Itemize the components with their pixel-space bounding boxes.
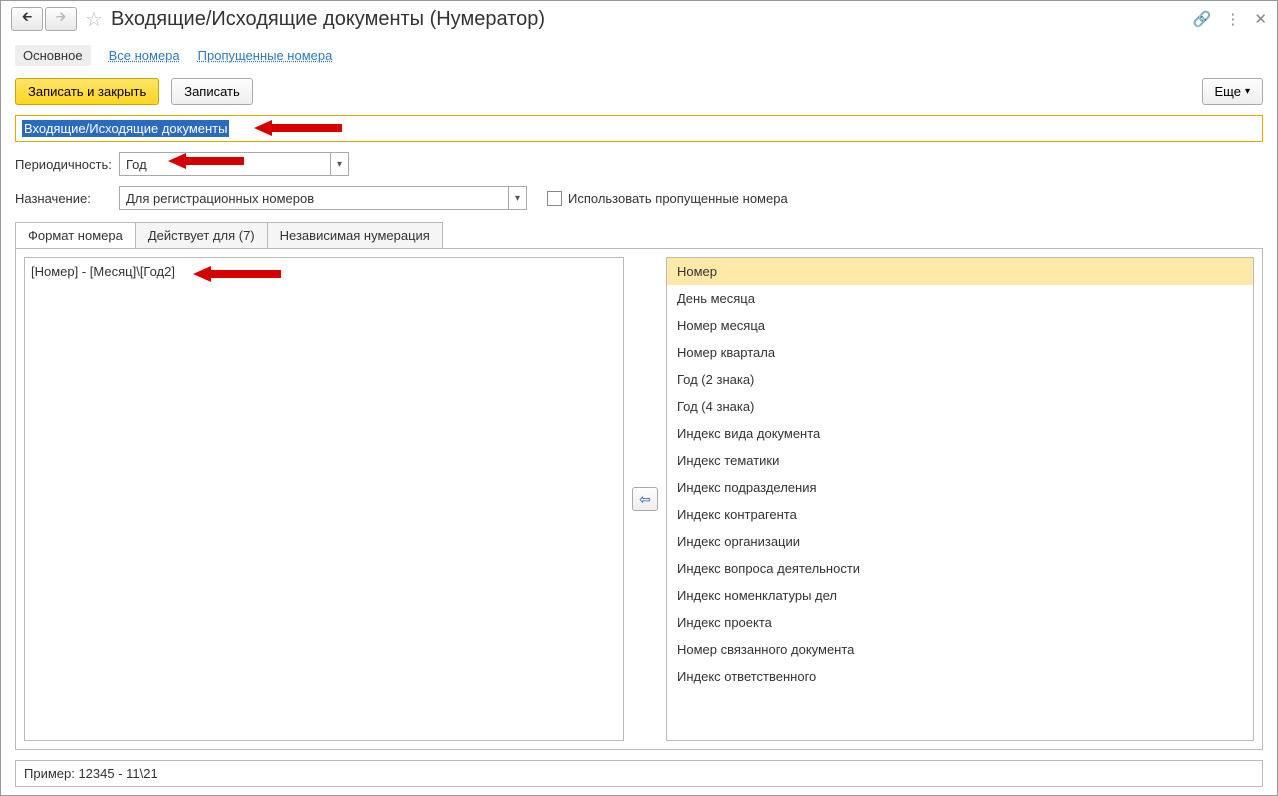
chevron-down-icon[interactable]: ▾ (508, 187, 526, 209)
name-input[interactable]: Входящие/Исходящие документы (16, 116, 1262, 141)
nav-back-button[interactable]: 🡰 (11, 7, 43, 31)
token-item[interactable]: Год (4 знака) (667, 393, 1253, 420)
token-item[interactable]: Год (2 знака) (667, 366, 1253, 393)
token-item[interactable]: Индекс контрагента (667, 501, 1253, 528)
arrow-left-icon: ⇦ (639, 491, 651, 508)
more-button[interactable]: Еще ▾ (1202, 78, 1263, 105)
format-textarea[interactable]: [Номер] - [Месяц]\[Год2] (24, 257, 624, 741)
nav-forward-button[interactable]: 🡲 (45, 7, 77, 31)
subtab-independent[interactable]: Независимая нумерация (267, 222, 443, 248)
subtab-format[interactable]: Формат номера (15, 222, 136, 248)
kebab-menu-icon[interactable]: ⋮ (1225, 10, 1240, 28)
tab-skipped-numbers[interactable]: Пропущенные номера (198, 48, 333, 63)
token-item[interactable]: Индекс подразделения (667, 474, 1253, 501)
token-item[interactable]: Индекс номенклатуры дел (667, 582, 1253, 609)
chevron-down-icon[interactable]: ▾ (330, 153, 348, 175)
token-item[interactable]: Номер (667, 258, 1253, 285)
token-item[interactable]: Индекс вида документа (667, 420, 1253, 447)
name-field-container: Входящие/Исходящие документы (15, 115, 1263, 142)
token-list[interactable]: НомерДень месяцаНомер месяцаНомер кварта… (666, 257, 1254, 741)
annotation-arrow-icon (193, 264, 283, 284)
token-item[interactable]: Индекс ответственного (667, 663, 1253, 690)
save-button[interactable]: Записать (171, 78, 253, 105)
token-item[interactable]: Индекс вопроса деятельности (667, 555, 1253, 582)
tab-main[interactable]: Основное (15, 45, 91, 66)
period-select[interactable]: Год ▾ (119, 152, 349, 176)
link-icon[interactable]: 🔗 (1193, 10, 1212, 28)
arrow-right-icon: 🡲 (56, 8, 67, 30)
period-label: Периодичность: (15, 157, 113, 172)
arrow-left-icon: 🡰 (22, 8, 33, 30)
token-item[interactable]: День месяца (667, 285, 1253, 312)
use-skipped-label: Использовать пропущенные номера (568, 191, 788, 206)
chevron-down-icon: ▾ (1245, 86, 1250, 97)
use-skipped-checkbox[interactable] (547, 191, 562, 206)
purpose-label: Назначение: (15, 191, 113, 206)
annotation-arrow-icon (168, 151, 246, 171)
subtab-applies-to[interactable]: Действует для (7) (135, 222, 268, 248)
tab-all-numbers[interactable]: Все номера (109, 48, 180, 63)
token-item[interactable]: Номер связанного документа (667, 636, 1253, 663)
token-item[interactable]: Индекс проекта (667, 609, 1253, 636)
token-item[interactable]: Индекс организации (667, 528, 1253, 555)
favorite-star-icon[interactable]: ☆ (83, 8, 105, 30)
insert-token-button[interactable]: ⇦ (632, 487, 658, 511)
window-title: Входящие/Исходящие документы (Нумератор) (111, 8, 1187, 31)
token-item[interactable]: Номер месяца (667, 312, 1253, 339)
token-item[interactable]: Индекс тематики (667, 447, 1253, 474)
example-output: Пример: 12345 - 11\21 (15, 760, 1263, 787)
purpose-select[interactable]: Для регистрационных номеров ▾ (119, 186, 527, 210)
close-icon[interactable]: ✕ (1254, 10, 1267, 28)
save-and-close-button[interactable]: Записать и закрыть (15, 78, 159, 105)
token-item[interactable]: Номер квартала (667, 339, 1253, 366)
annotation-arrow-icon (254, 118, 344, 138)
